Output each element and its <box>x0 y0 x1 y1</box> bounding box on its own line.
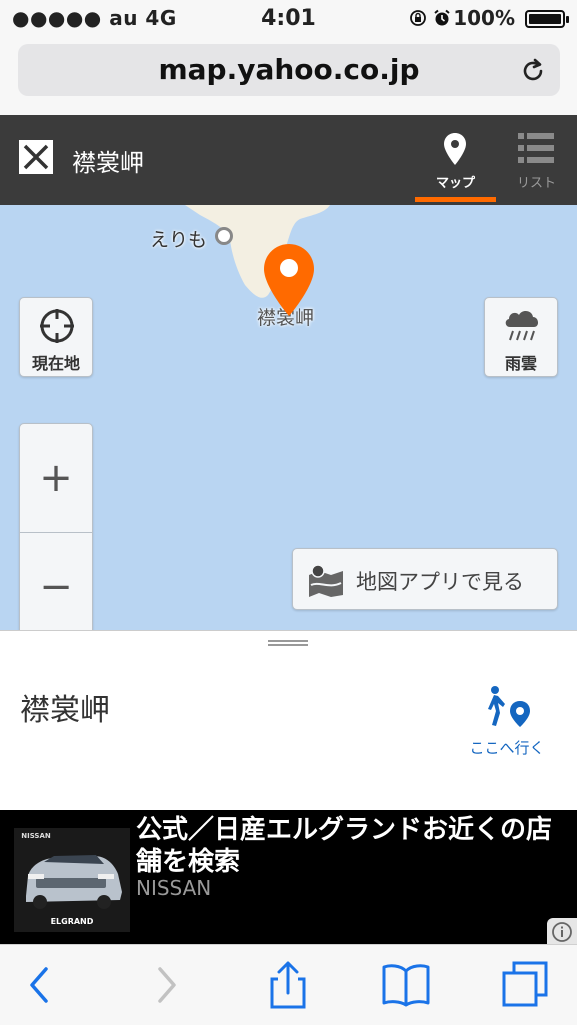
map-pin-icon <box>444 133 466 165</box>
ad-banner[interactable]: NISSAN ELGRAND 公式／日産エルグランドお近くの店舗を検索 NISS… <box>0 810 577 944</box>
battery-icon <box>525 10 569 28</box>
tab-map-label: マップ <box>435 176 475 191</box>
address-bar[interactable]: map.yahoo.co.jp <box>18 44 560 96</box>
open-map-app-label: 地図アプリで見る <box>356 570 524 594</box>
status-bar: ●●●●● au 4G 4:01 100% <box>0 0 577 38</box>
ad-brand-logo: NISSAN <box>21 832 51 840</box>
info-icon <box>552 922 572 942</box>
close-button[interactable] <box>17 138 55 176</box>
town-label-erimo: えりも <box>150 229 208 251</box>
map-header: 襟裳岬 マップ リスト <box>0 115 577 205</box>
map-view[interactable]: えりも 襟裳岬 現在地 雨雲 + − 地図アプリで見る <box>0 205 577 630</box>
rotation-lock-icon <box>410 10 426 26</box>
ad-advertiser: NISSAN <box>136 876 212 900</box>
place-sheet: 襟裳岬 ここへ行く <box>0 630 577 811</box>
ad-headline[interactable]: 公式／日産エルグランドお近くの店舗を検索 <box>136 814 572 878</box>
list-icon <box>518 133 554 163</box>
current-location-button[interactable]: 現在地 <box>19 297 93 377</box>
alarm-icon <box>434 9 450 26</box>
map-app-icon <box>309 564 343 597</box>
sheet-place-title: 襟裳岬 <box>20 693 110 728</box>
walk-to-pin-icon <box>488 686 530 727</box>
ad-model-logo: ELGRAND <box>50 917 94 926</box>
location-pin-icon[interactable] <box>262 242 316 318</box>
share-icon[interactable] <box>262 959 314 1011</box>
tab-list[interactable]: リスト <box>496 115 577 205</box>
go-here-button[interactable]: ここへ行く <box>462 681 552 761</box>
browser-toolbar <box>0 944 577 1025</box>
open-map-app-button[interactable]: 地図アプリで見る <box>292 548 558 610</box>
ad-car-image[interactable]: NISSAN ELGRAND <box>14 828 130 932</box>
ad-choices-button[interactable] <box>547 918 577 944</box>
tabs-icon[interactable] <box>500 959 552 1011</box>
drag-handle[interactable] <box>268 640 308 646</box>
tab-list-label: リスト <box>516 176 556 191</box>
place-name: 襟裳岬 <box>72 149 144 177</box>
reload-icon[interactable] <box>518 56 548 86</box>
current-location-label: 現在地 <box>31 354 80 373</box>
rain-cloud-button[interactable]: 雨雲 <box>484 297 558 377</box>
forward-icon[interactable] <box>140 959 192 1011</box>
zoom-out-button[interactable]: − <box>20 533 92 630</box>
back-icon[interactable] <box>14 959 66 1011</box>
bookmarks-icon[interactable] <box>380 959 432 1011</box>
rain-cloud-icon <box>505 311 539 341</box>
go-here-label: ここへ行く <box>469 739 545 757</box>
crosshair-icon <box>40 309 74 343</box>
zoom-in-button[interactable]: + <box>20 424 92 532</box>
close-icon <box>23 144 49 170</box>
car-icon <box>26 855 122 909</box>
tab-map[interactable]: マップ <box>415 115 496 205</box>
battery-percent: 100% <box>453 6 515 30</box>
zoom-control: + − <box>19 423 93 630</box>
active-tab-indicator <box>415 197 496 202</box>
rain-cloud-label: 雨雲 <box>504 354 537 373</box>
url-text[interactable]: map.yahoo.co.jp <box>18 53 560 86</box>
town-marker-icon <box>215 227 233 245</box>
